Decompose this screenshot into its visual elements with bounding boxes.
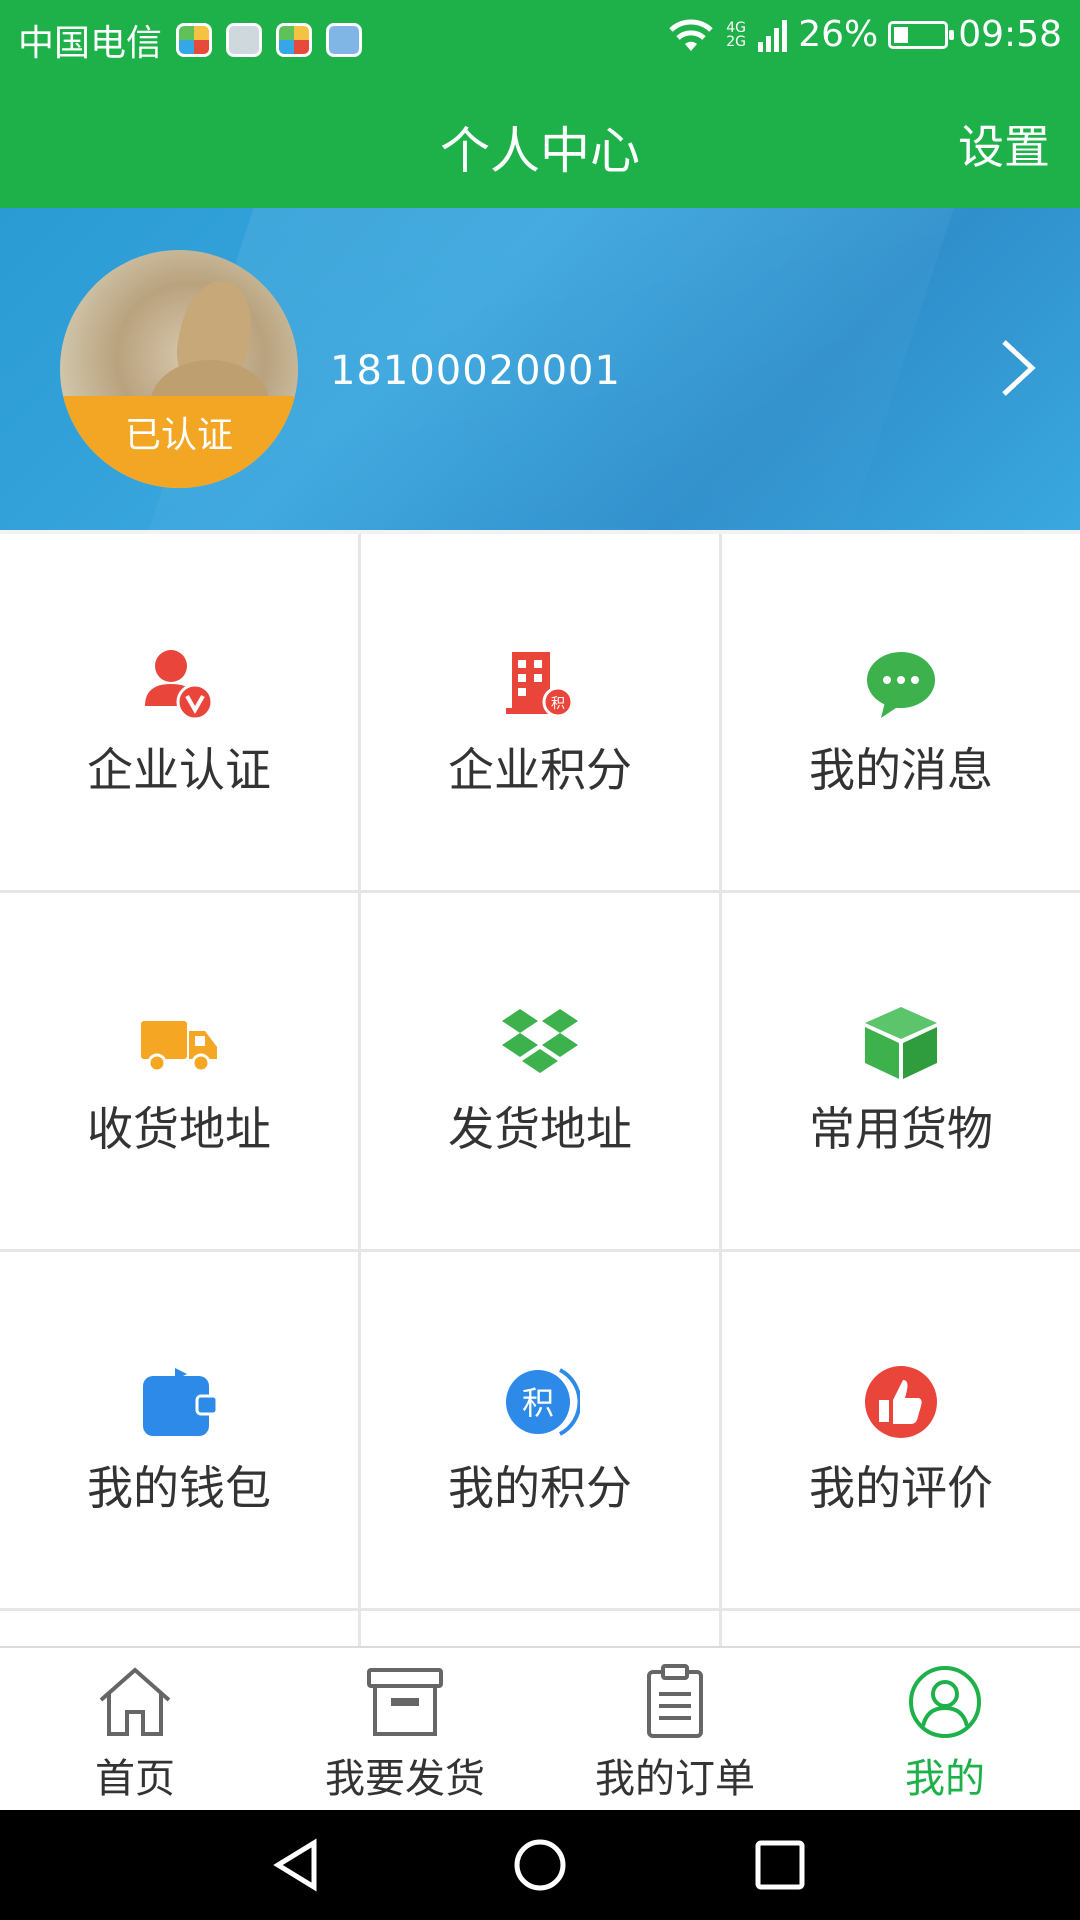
nav-label: 我要发货 (325, 1756, 485, 1802)
app-notification-icon (276, 23, 313, 57)
status-right: 4G 2G 26% 09:58 (666, 14, 1062, 55)
verified-badge: 已认证 (60, 396, 298, 488)
app-notification-icon (326, 23, 363, 57)
status-left: 中国电信 (18, 14, 363, 66)
recents-square-icon[interactable] (752, 1837, 808, 1893)
menu-item-label: 发货地址 (448, 1102, 632, 1156)
menu-item-common-goods[interactable]: 常用货物 (722, 893, 1080, 1249)
signal-icon (758, 19, 788, 52)
menu-item-wallet[interactable]: 我的钱包 (0, 1252, 358, 1608)
home-circle-icon[interactable] (512, 1837, 568, 1893)
phone-number: 18100020001 (330, 348, 621, 394)
menu-item-send-address[interactable]: 发货地址 (361, 893, 719, 1249)
menu-item-label: 企业认证 (87, 743, 271, 797)
points-glyph: 积 (551, 696, 565, 712)
menu-item-label: 常用货物 (809, 1102, 993, 1156)
menu-item-label: 企业积分 (448, 743, 632, 797)
menu-item-label: 我的积分 (448, 1461, 632, 1515)
carrier-label: 中国电信 (18, 23, 163, 64)
menu-item-label: 我的评价 (809, 1461, 993, 1515)
points-icon: 积 (506, 1368, 580, 1436)
wifi-icon (669, 19, 713, 51)
user-circle-icon (909, 1666, 981, 1738)
profile-banner[interactable]: 已认证 18100020001 (0, 208, 1080, 530)
menu-item-points[interactable]: 积 我的积分 (361, 1252, 719, 1608)
image-notification-icon (226, 23, 263, 57)
menu-item-messages[interactable]: 我的消息 (722, 534, 1080, 890)
building-points-icon: 积 (506, 652, 574, 718)
menu-item-receive-address[interactable]: 收货地址 (0, 893, 358, 1249)
menu-item-enterprise-points[interactable]: 积 企业积分 (361, 534, 719, 890)
chat-bubble-icon (867, 652, 935, 718)
wallet-icon (143, 1368, 219, 1436)
status-bar: 中国电信 4G 2G 26% 09:58 (0, 0, 1080, 75)
nav-label: 我的订单 (595, 1756, 755, 1802)
nav-item-home[interactable]: 首页 (0, 1648, 270, 1810)
app-header: 个人中心 设置 (0, 75, 1080, 208)
system-nav-bar (0, 1810, 1080, 1920)
nav-label: 我的 (905, 1756, 985, 1802)
user-verified-icon (145, 650, 214, 721)
menu-item-label: 收货地址 (87, 1102, 271, 1156)
battery-percent: 26% (798, 14, 879, 55)
avatar[interactable]: 已认证 (60, 250, 298, 488)
delivery-truck-icon (141, 1021, 217, 1073)
nav-label: 首页 (95, 1756, 175, 1802)
settings-button[interactable]: 设置 (958, 111, 1050, 177)
battery-icon (888, 20, 955, 49)
clock: 09:58 (958, 14, 1062, 55)
clipboard-icon (647, 1664, 703, 1738)
menu-item-empty (361, 1611, 719, 1646)
menu-item-label: 我的消息 (809, 743, 993, 797)
menu-item-empty (722, 1611, 1080, 1646)
nav-item-ship[interactable]: 我要发货 (270, 1648, 540, 1810)
home-icon (99, 1667, 171, 1736)
chevron-right-icon[interactable] (992, 338, 1042, 398)
menu-item-enterprise-verify[interactable]: 企业认证 (0, 534, 358, 890)
menu-item-empty (0, 1611, 358, 1646)
menu-item-reviews[interactable]: 我的评价 (722, 1252, 1080, 1608)
bottom-nav: 首页 我要发货 我的订单 我的 (0, 1646, 1080, 1810)
archive-box-icon (367, 1668, 443, 1736)
menu-item-label: 我的钱包 (87, 1461, 271, 1515)
network-type-label: 4G 2G (726, 19, 746, 50)
box-icon (865, 1007, 937, 1079)
page-title: 个人中心 (440, 122, 640, 180)
back-icon[interactable] (270, 1837, 326, 1893)
app-notification-icon (176, 23, 213, 57)
points-glyph: 积 (522, 1384, 554, 1422)
thumbs-up-icon (865, 1366, 937, 1438)
nav-item-mine[interactable]: 我的 (810, 1648, 1080, 1810)
menu-grid: 企业认证 积 企业积分 我的消息 收货地址 发货地址 常用货物 我的钱包 积 我… (0, 534, 1080, 1646)
dropbox-icon (502, 1009, 578, 1073)
nav-item-orders[interactable]: 我的订单 (540, 1648, 810, 1810)
